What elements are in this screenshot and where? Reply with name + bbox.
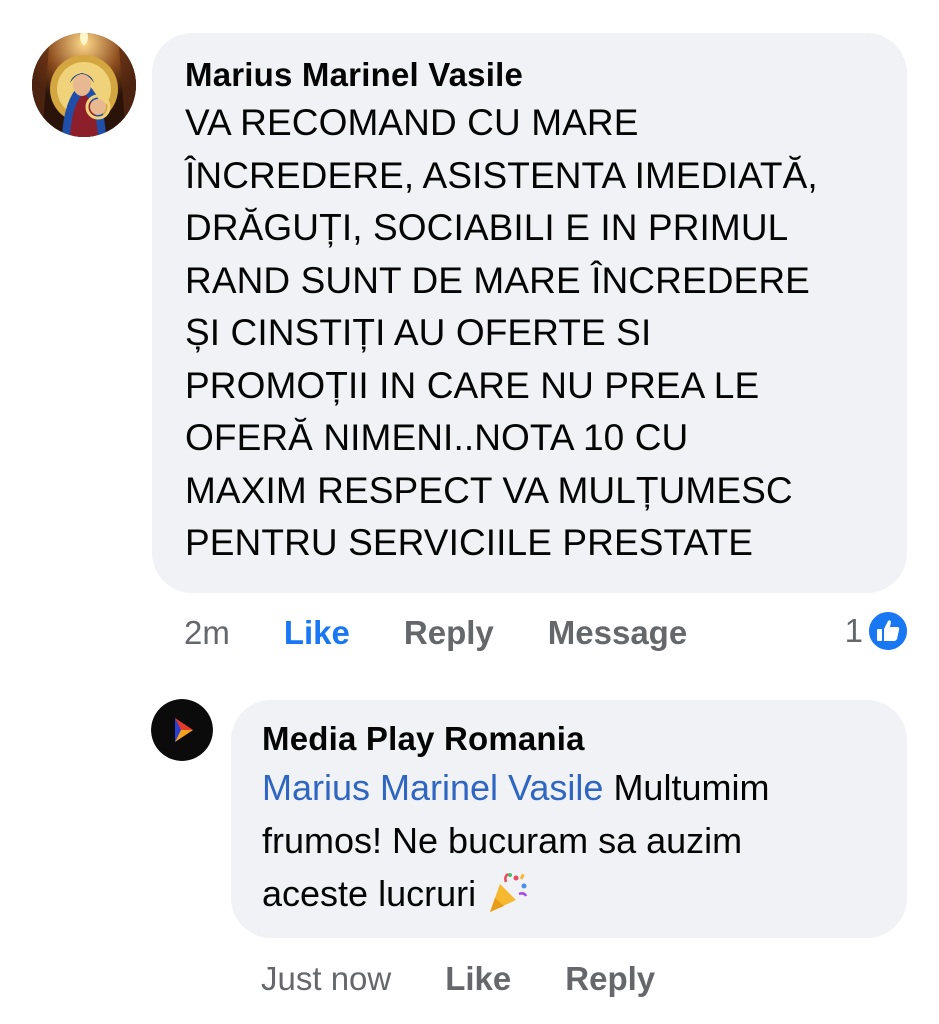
reply-mention-link[interactable]: Marius Marinel Vasile [262,767,603,808]
media-play-logo-icon [151,699,213,761]
reply-bubble: Media Play Romania Marius Marinel Vasile… [231,700,907,938]
reply-text-line3: aceste lucruri [262,873,487,914]
comment-message-button[interactable]: Message [548,614,687,652]
reply-timestamp[interactable]: Just now [261,960,391,998]
reply-reply-button[interactable]: Reply [565,960,655,998]
reply-like-button[interactable]: Like [445,960,511,998]
party-popper-icon [490,873,528,912]
reaction-count: 1 [844,612,863,649]
reply-actions: Just now Like Reply [261,956,655,1002]
like-thumb-icon [867,610,909,652]
comment-actions: 2m Like Reply Message 1 [184,610,909,656]
comment-reaction-summary[interactable]: 1 [845,610,909,652]
reply-text: Marius Marinel Vasile Multumim frumos! N… [262,761,877,920]
page-avatar[interactable] [151,699,213,761]
comment-timestamp[interactable]: 2m [184,614,230,652]
reply-text-line2: frumos! Ne bucuram sa auzim [262,820,743,861]
icon-painting-avatar-image [32,33,136,137]
commenter-avatar[interactable] [32,33,136,137]
comment-bubble: Marius Marinel Vasile VA RECOMAND CU MAR… [152,33,907,593]
comment-like-button[interactable]: Like [284,614,350,652]
reply-author-name[interactable]: Media Play Romania [262,717,877,761]
reply-text-line1: Multumim [603,767,770,808]
comment-text: VA RECOMAND CU MARE ÎNCREDERE, ASISTENTA… [185,102,818,563]
comment-reply-button[interactable]: Reply [404,614,494,652]
comment-author-name[interactable]: Marius Marinel Vasile [185,53,873,97]
